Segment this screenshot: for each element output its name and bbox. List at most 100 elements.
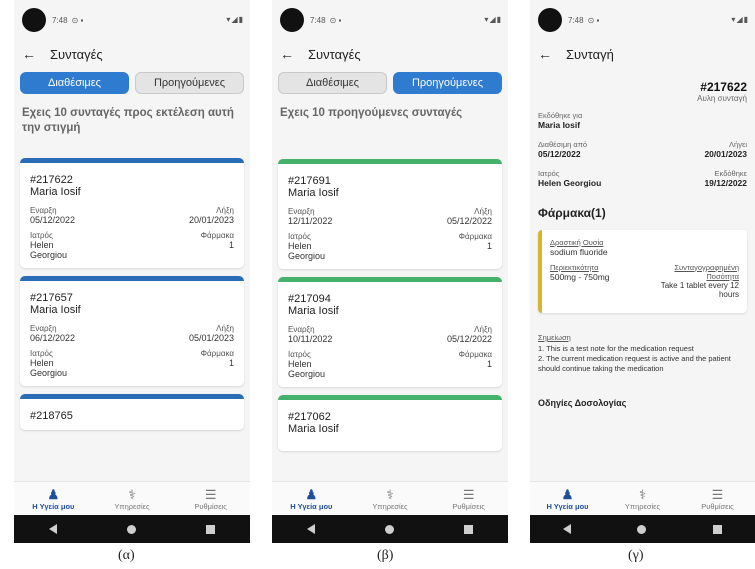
summary-text: Εχεις 10 συνταγές προς εκτέλεση αυτή την… bbox=[22, 107, 234, 134]
doctor-label: Ιατρός bbox=[288, 232, 311, 241]
recents-icon[interactable] bbox=[712, 524, 722, 534]
phone-screen-b: 7:48 ⊙ ▪ ▾◢▮ ← Συνταγές Διαθέσιμες Προηγ… bbox=[272, 0, 508, 543]
end-date: 05/12/2022 bbox=[446, 216, 492, 226]
status-time: 7:48 bbox=[310, 15, 326, 25]
nav-settings[interactable]: ☰ Ρυθμίσεις bbox=[171, 482, 250, 515]
substance-value: sodium fluoride bbox=[550, 247, 608, 257]
person-icon: ♟ bbox=[47, 486, 60, 502]
status-icons: ⊙ ▪ bbox=[329, 15, 342, 25]
patient-name: Maria Iosif bbox=[288, 187, 339, 199]
notes-label: Σημείωση bbox=[538, 333, 571, 342]
prescription-card[interactable]: #217094 Maria Iosif Εναρξη Λήξη 10/11/202… bbox=[278, 277, 502, 387]
nav-label: Ρυθμίσεις bbox=[194, 501, 227, 511]
doctor-label: Ιατρός bbox=[30, 231, 53, 240]
substance-label: Δραστική Ουσία bbox=[550, 238, 604, 247]
back-arrow-icon[interactable]: ← bbox=[22, 46, 36, 62]
nav-my-health[interactable]: ♟ Η Υγεία μου bbox=[14, 482, 93, 515]
nav-settings[interactable]: ☰ Ρυθμίσεις bbox=[429, 482, 508, 515]
patient-name: Maria Iosif bbox=[30, 304, 81, 316]
app-bar: ← Συνταγές bbox=[272, 40, 508, 68]
menu-icon: ☰ bbox=[711, 486, 724, 502]
doctor-name: Helen Georgiou bbox=[30, 240, 68, 260]
back-arrow-icon[interactable]: ← bbox=[280, 46, 294, 62]
person-icon: ♟ bbox=[305, 486, 318, 502]
drugs-count: 1 bbox=[228, 358, 234, 368]
nav-label: Υπηρεσίες bbox=[624, 501, 661, 511]
dosage-label: Συνταγογραφημένη Ποσότητα bbox=[674, 263, 739, 281]
bottom-navigation: ♟ Η Υγεία μου ⚕ Υπηρεσίες ☰ Ρυθμίσεις bbox=[14, 481, 250, 515]
status-icons: ⊙ ▪ bbox=[71, 15, 84, 25]
recents-icon[interactable] bbox=[206, 524, 215, 534]
doctor-name: Helen Georgiou bbox=[30, 358, 68, 378]
caduceus-icon: ⚕ bbox=[638, 486, 647, 502]
system-navigation bbox=[14, 515, 250, 543]
tab-previous[interactable]: Προηγούμενες bbox=[393, 72, 502, 94]
nav-services[interactable]: ⚕ Υπηρεσίες bbox=[93, 482, 172, 515]
drugs-label: Φάρμακα bbox=[458, 350, 492, 359]
available-from-value: 05/12/2022 bbox=[538, 149, 581, 159]
issued-value: 19/12/2022 bbox=[704, 178, 747, 188]
medications-heading: Φάρμακα(1) bbox=[538, 206, 606, 220]
doctor-name: Helen Georgiou bbox=[288, 359, 326, 379]
prescription-id: #217062 bbox=[288, 411, 331, 423]
prescription-card[interactable]: #217062 Maria Iosif bbox=[278, 395, 502, 451]
system-navigation bbox=[530, 515, 755, 543]
doctor-label: Ιατρός bbox=[288, 350, 311, 359]
tab-available[interactable]: Διαθέσιμες bbox=[278, 72, 387, 94]
patient-name: Maria Iosif bbox=[288, 305, 339, 317]
prescription-id: #217622 bbox=[700, 80, 747, 94]
end-label: Λήξη bbox=[474, 207, 492, 216]
content-label: Περιεκτικότητα bbox=[550, 263, 599, 272]
issued-for-value: Maria Iosif bbox=[538, 120, 581, 130]
nav-my-health[interactable]: ♟ Η Υγεία μου bbox=[530, 482, 605, 515]
prescription-id: #217657 bbox=[30, 292, 73, 304]
home-icon[interactable] bbox=[637, 524, 647, 534]
nav-label: Υπηρεσίες bbox=[372, 501, 408, 511]
home-icon[interactable] bbox=[127, 524, 136, 534]
back-icon[interactable] bbox=[49, 524, 57, 534]
bottom-navigation: ♟ Η Υγεία μου ⚕ Υπηρεσίες ☰ Ρυθμίσεις bbox=[530, 481, 755, 515]
recents-icon[interactable] bbox=[464, 524, 473, 534]
start-date: 10/11/2022 bbox=[288, 334, 333, 344]
nav-services[interactable]: ⚕ Υπηρεσίες bbox=[351, 482, 430, 515]
signal-battery-icons: ▾◢▮ bbox=[484, 15, 502, 24]
nav-my-health[interactable]: ♟ Η Υγεία μου bbox=[272, 482, 351, 515]
status-time: 7:48 bbox=[568, 15, 584, 25]
start-label: Εναρξη bbox=[30, 324, 57, 333]
back-icon[interactable] bbox=[307, 524, 315, 534]
caption-a: (α) bbox=[118, 548, 135, 563]
status-bar: 7:48 ⊙ ▪ ▾◢▮ bbox=[272, 0, 508, 40]
prescription-id: #217094 bbox=[288, 293, 331, 305]
medication-card[interactable]: Δραστική Ουσία sodium fluoride Περιεκτικ… bbox=[538, 230, 747, 313]
prescription-card[interactable]: #217622 Maria Iosif Εναρξη Λήξη 05/12/202… bbox=[20, 158, 244, 268]
tab-available[interactable]: Διαθέσιμες bbox=[20, 72, 129, 94]
system-navigation bbox=[272, 515, 508, 543]
segment-toggle: Διαθέσιμες Προηγούμενες bbox=[14, 68, 250, 98]
phone-screen-c: 7:48 ⊙ ▪ ▾◢▮ ← Συνταγή #217622 Αυλη συντ… bbox=[530, 0, 755, 543]
menu-icon: ☰ bbox=[462, 486, 475, 502]
end-label: Λήξη bbox=[216, 206, 234, 215]
prescription-card[interactable]: #218765 bbox=[20, 394, 244, 430]
nav-label: Η Υγεία μου bbox=[546, 501, 589, 511]
tab-previous[interactable]: Προηγούμενες bbox=[135, 72, 244, 94]
nav-settings[interactable]: ☰ Ρυθμίσεις bbox=[680, 482, 755, 515]
camera-cutout bbox=[538, 8, 562, 32]
prescription-id: #217691 bbox=[288, 175, 331, 187]
prescription-card[interactable]: #217657 Maria Iosif Εναρξη Λήξη 06/12/202… bbox=[20, 276, 244, 386]
end-date: 05/12/2022 bbox=[446, 334, 492, 344]
home-icon[interactable] bbox=[385, 524, 394, 534]
caption-b: (β) bbox=[377, 548, 394, 563]
app-bar: ← Συνταγή bbox=[530, 40, 755, 68]
prescription-card[interactable]: #217691 Maria Iosif Εναρξη Λήξη 12/11/202… bbox=[278, 159, 502, 269]
drugs-count: 1 bbox=[486, 359, 492, 369]
back-icon[interactable] bbox=[563, 524, 572, 534]
menu-icon: ☰ bbox=[204, 486, 217, 502]
caption-c: (γ) bbox=[628, 548, 644, 563]
prescription-detail: #217622 Αυλη συνταγή Εκδόθηκε για Maria … bbox=[530, 68, 755, 408]
nav-services[interactable]: ⚕ Υπηρεσίες bbox=[605, 482, 680, 515]
status-bar: 7:48 ⊙ ▪ ▾◢▮ bbox=[530, 0, 755, 40]
drugs-label: Φάρμακα bbox=[458, 232, 492, 241]
start-date: 12/11/2022 bbox=[288, 216, 333, 226]
back-arrow-icon[interactable]: ← bbox=[538, 46, 552, 62]
issued-for-label: Εκδόθηκε για bbox=[538, 111, 583, 120]
